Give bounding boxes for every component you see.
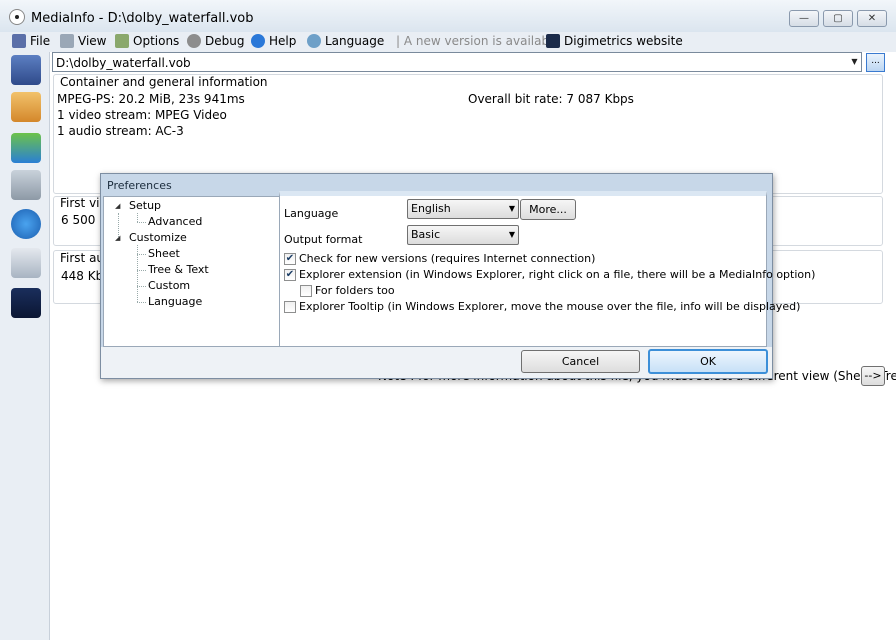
next-view-button[interactable]: -->: [861, 366, 885, 386]
digimetrics-icon: [546, 34, 560, 48]
container-summary: MPEG-PS: 20.2 MiB, 23s 941ms: [57, 92, 245, 106]
menu-help[interactable]: Help: [251, 33, 296, 49]
view-icon: [60, 34, 74, 48]
menu-file-label: File: [30, 34, 51, 48]
open-file-icon[interactable]: [11, 55, 41, 85]
language-select[interactable]: English ▼: [407, 199, 519, 219]
tree-item-language[interactable]: Language: [148, 295, 202, 308]
chevron-down-icon[interactable]: ▼: [848, 53, 861, 71]
explorer-extension-checkbox[interactable]: ✔: [284, 269, 296, 281]
chevron-down-icon: ▼: [508, 204, 515, 213]
close-button[interactable]: ✕: [857, 10, 887, 27]
audio-stream-count: 1 audio stream: AC-3: [57, 124, 184, 138]
window-title: MediaInfo - D:\dolby_waterfall.vob: [31, 11, 254, 26]
app-icon: [9, 9, 25, 25]
menu-options[interactable]: Options: [115, 33, 179, 49]
maximize-button[interactable]: ▢: [823, 10, 853, 27]
menu-language-label: Language: [325, 34, 385, 48]
language-label: Language: [284, 207, 339, 220]
cancel-button[interactable]: Cancel: [521, 350, 640, 373]
export-icon[interactable]: [11, 133, 41, 163]
menu-view[interactable]: View: [60, 33, 106, 49]
menu-options-label: Options: [133, 34, 180, 48]
tree-item-customize[interactable]: Customize: [129, 231, 187, 244]
more-languages-button[interactable]: More...: [520, 199, 576, 220]
open-folder-icon[interactable]: [11, 92, 41, 122]
menu-help-label: Help: [269, 34, 297, 48]
browse-button[interactable]: ...: [866, 53, 885, 72]
help-icon: [251, 34, 265, 48]
container-info-title: Container and general information: [60, 75, 268, 89]
menu-view-label: View: [78, 34, 107, 48]
check-new-versions-label: Check for new versions (requires Interne…: [299, 252, 596, 265]
file-selector-value: D:\dolby_waterfall.vob: [56, 56, 191, 70]
new-version-notice[interactable]: | A new version is available: [396, 33, 560, 49]
menu-website-label: Digimetrics website: [564, 34, 683, 48]
knowledge-base-icon[interactable]: [11, 248, 41, 278]
preferences-icon[interactable]: [11, 170, 41, 200]
explorer-tooltip-label: Explorer Tooltip (in Windows Explorer, m…: [299, 300, 801, 313]
menu-debug-label: Debug: [205, 34, 245, 48]
menu-file[interactable]: File: [12, 33, 50, 49]
tree-item-advanced[interactable]: Advanced: [148, 215, 202, 228]
tree-item-setup[interactable]: Setup: [129, 199, 161, 212]
explorer-tooltip-checkbox[interactable]: [284, 301, 296, 313]
overall-bitrate: Overall bit rate: 7 087 Kbps: [468, 92, 634, 106]
expand-customize-icon[interactable]: ◢: [115, 234, 120, 242]
output-format-select-value: Basic: [411, 228, 441, 241]
menu-debug[interactable]: Debug: [187, 33, 244, 49]
expand-setup-icon[interactable]: ◢: [115, 202, 120, 210]
audio-info-title: First au: [60, 251, 105, 265]
minimize-button[interactable]: —: [789, 10, 819, 27]
about-icon[interactable]: [11, 209, 41, 239]
tree-item-custom[interactable]: Custom: [148, 279, 190, 292]
explorer-extension-label: Explorer extension (in Windows Explorer,…: [299, 268, 816, 281]
chevron-down-icon: ▼: [508, 230, 515, 239]
tree-item-tree-text[interactable]: Tree & Text: [148, 263, 209, 276]
debug-icon: [187, 34, 201, 48]
check-new-versions-checkbox[interactable]: ✔: [284, 253, 296, 265]
file-icon: [12, 34, 26, 48]
audio-info-value: 448 Kb: [61, 269, 104, 283]
dialog-title: Preferences: [107, 179, 172, 192]
language-select-value: English: [411, 202, 451, 215]
output-format-select[interactable]: Basic ▼: [407, 225, 519, 245]
menu-language[interactable]: Language: [307, 33, 384, 49]
web-icon[interactable]: [11, 288, 41, 318]
tree-item-sheet[interactable]: Sheet: [148, 247, 180, 260]
video-stream-count: 1 video stream: MPEG Video: [57, 108, 227, 122]
for-folders-label: For folders too: [315, 284, 395, 297]
options-icon: [115, 34, 129, 48]
ok-button[interactable]: OK: [648, 349, 768, 374]
for-folders-checkbox[interactable]: [300, 285, 312, 297]
output-format-label: Output format: [284, 233, 363, 246]
menu-website[interactable]: Digimetrics website: [546, 33, 683, 49]
globe-icon: [307, 34, 321, 48]
